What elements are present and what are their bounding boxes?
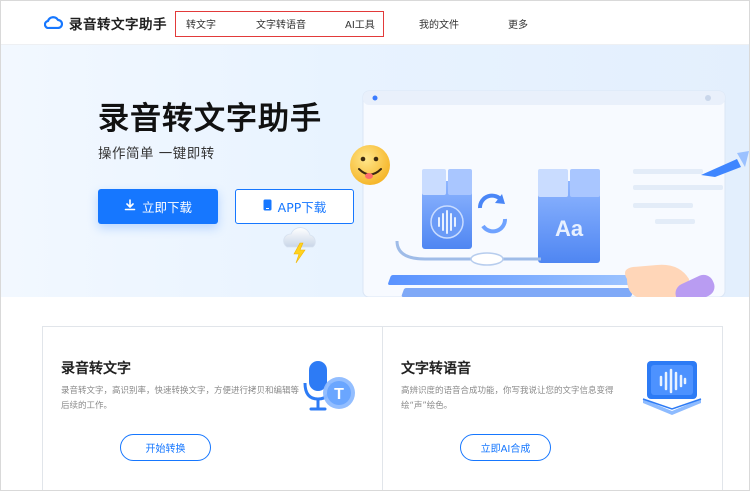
phone-icon: [263, 199, 272, 214]
hero-subtitle: 操作简单 一键即转: [98, 146, 215, 162]
hero-illustration: Aa: [345, 83, 750, 297]
nav-item-more[interactable]: 更多: [508, 16, 528, 31]
microphone-text-icon: T: [301, 355, 365, 419]
download-button-label: 立即下载: [141, 200, 192, 215]
thunder-cloud-icon: [278, 225, 322, 269]
svg-text:T: T: [334, 386, 344, 403]
card-description: 高辨识度的语音合成功能，你写我说让您的文字信息变得绘“声”绘色。: [401, 386, 614, 411]
hero-title: 录音转文字助手: [98, 101, 322, 137]
app-download-label: APP下载: [277, 200, 327, 215]
card-title: 文字转语音: [401, 361, 471, 377]
top-header: 录音转文字助手 转文字 文字转语音 AI工具 我的文件 更多: [0, 0, 750, 45]
download-icon: [124, 199, 136, 214]
card-description: 录音转文字，高识别率，快速转换文字，方便进行拷贝和编辑等后续的工作。: [61, 386, 300, 411]
card-title: 录音转文字: [61, 361, 131, 377]
app-download-button[interactable]: APP下载: [235, 189, 354, 224]
ai-synthesis-button[interactable]: 立即AI合成: [460, 434, 551, 461]
card-audio-to-text: 录音转文字 录音转文字，高识别率，快速转换文字，方便进行拷贝和编辑等后续的工作。…: [42, 326, 383, 491]
nav-highlight-box: [175, 11, 384, 37]
brand-name: 录音转文字助手: [69, 17, 167, 33]
brand-logo[interactable]: 录音转文字助手: [43, 13, 167, 33]
nav-item-my-files[interactable]: 我的文件: [419, 16, 459, 31]
download-button[interactable]: 立即下载: [98, 189, 218, 224]
start-convert-button[interactable]: 开始转换: [120, 434, 211, 461]
aa-glyph: Aa: [555, 216, 584, 241]
card-text-to-speech: 文字转语音 高辨识度的语音合成功能，你写我说让您的文字信息变得绘“声”绘色。 立…: [382, 326, 723, 491]
hero-banner: 录音转文字助手 操作简单 一键即转 立即下载 APP下载 Aa: [0, 45, 750, 297]
cloud-logo-icon: [43, 14, 64, 33]
book-audio-icon: [641, 355, 705, 419]
